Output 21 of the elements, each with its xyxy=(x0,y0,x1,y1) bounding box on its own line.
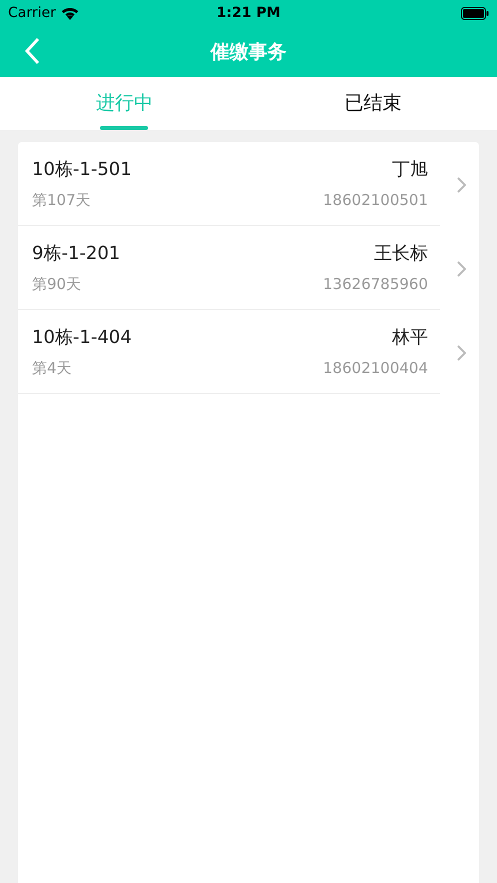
battery-icon xyxy=(461,6,489,20)
page-title: 催缴事务 xyxy=(210,40,286,64)
resident-name: 丁旭 xyxy=(392,158,428,181)
resident-name: 林平 xyxy=(392,326,428,349)
phone-number: 18602100404 xyxy=(323,359,428,377)
phone-number: 18602100501 xyxy=(323,191,428,209)
carrier-label: Carrier xyxy=(8,5,56,21)
unit-label: 10栋-1-404 xyxy=(32,326,132,349)
chevron-right-icon[interactable] xyxy=(456,345,466,361)
resident-name: 王长标 xyxy=(374,242,428,265)
chevron-right-icon[interactable] xyxy=(456,177,466,193)
unit-label: 9栋-1-201 xyxy=(32,242,120,265)
phone-number: 13626785960 xyxy=(323,275,428,293)
days-label: 第4天 xyxy=(32,359,72,378)
wifi-icon xyxy=(60,6,79,20)
days-label: 第107天 xyxy=(32,191,91,210)
days-label: 第90天 xyxy=(32,275,82,294)
chevron-right-icon[interactable] xyxy=(456,261,466,277)
tab[interactable]: 已结束 xyxy=(248,77,497,130)
status-time: 1:21 PM xyxy=(216,5,282,21)
unit-label: 10栋-1-501 xyxy=(32,158,132,181)
